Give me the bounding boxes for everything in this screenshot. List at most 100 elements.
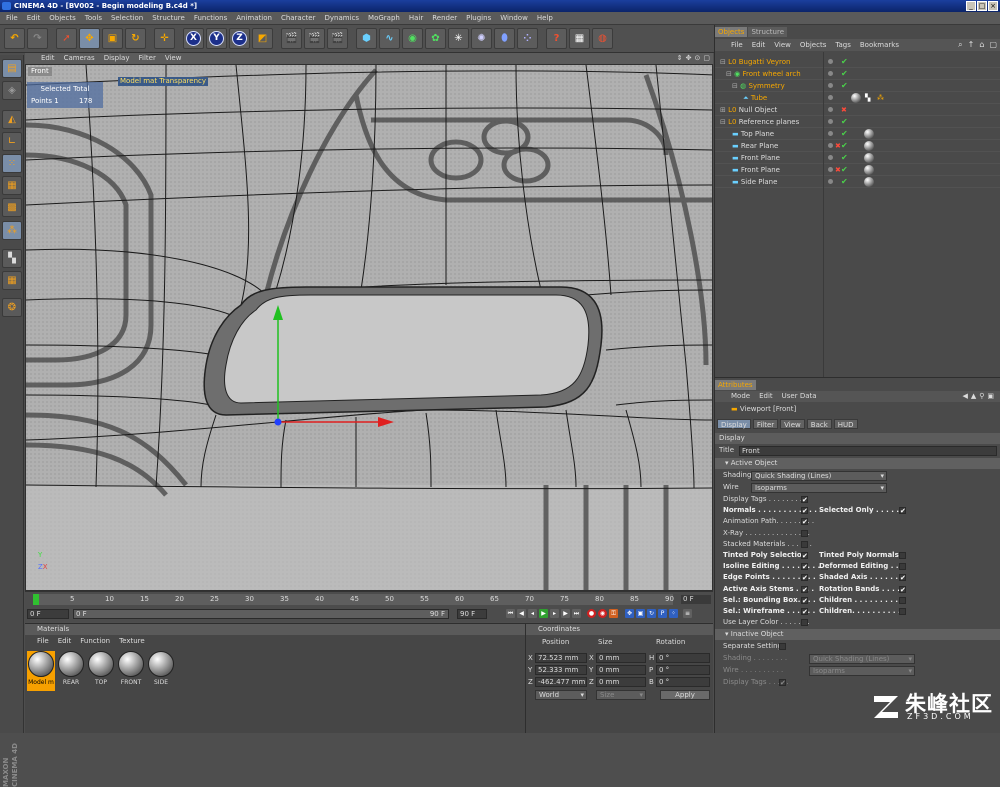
texture-mode-button[interactable]: ◭ [2, 110, 22, 129]
size-z-field[interactable]: 0 mm [596, 677, 646, 687]
objects-column-divider[interactable] [823, 52, 824, 380]
record-button[interactable]: ● [587, 609, 596, 618]
position-z-field[interactable]: -462.477 mm [535, 677, 587, 687]
add-scene-button[interactable]: ✺ [471, 28, 492, 49]
coord-mode-dropdown[interactable]: World ▾ [535, 690, 587, 700]
key-position-button[interactable]: ✥ [625, 609, 634, 618]
tree-row[interactable]: ⊟ L0 Bugatti Veyron ✔ [715, 56, 1000, 68]
tree-row[interactable]: ⊟ ◍ Symmetry ✔ [715, 80, 1000, 92]
option-checkbox-right[interactable] [899, 596, 906, 604]
objects-menu-edit[interactable]: Edit [752, 39, 766, 51]
redo-button[interactable]: ↷ [27, 28, 48, 49]
search-icon[interactable]: ⌕ [958, 40, 962, 50]
visibility-dot[interactable] [828, 59, 833, 64]
section-active-object[interactable]: ▾ Active Object [715, 458, 1000, 469]
visibility-dot[interactable] [828, 179, 833, 184]
attributes-menu-mode[interactable]: Mode [731, 391, 750, 402]
viewport-menu-edit[interactable]: Edit [41, 53, 55, 64]
help-button[interactable]: ? [546, 28, 567, 49]
enable-snapping-button[interactable]: ▚ [2, 249, 22, 268]
disabled-x-icon[interactable]: ✖ [835, 164, 841, 176]
minimize-button[interactable]: _ [966, 1, 976, 11]
model-mode-button[interactable]: ▤ [2, 59, 22, 78]
menu-objects[interactable]: Objects [49, 12, 75, 24]
menu-functions[interactable]: Functions [194, 12, 227, 24]
option-checkbox[interactable]: ✔ [801, 585, 808, 593]
visibility-dot[interactable] [828, 95, 833, 100]
check-icon[interactable]: ✔ [841, 176, 848, 188]
option-checkbox-right[interactable] [899, 563, 906, 571]
selection-tag-icon[interactable]: ⁂ [877, 92, 884, 104]
disabled-x-icon[interactable]: ✖ [835, 140, 841, 152]
viewport-menu-display[interactable]: Display [104, 53, 130, 64]
add-deformer-button[interactable]: ✳ [448, 28, 469, 49]
next-key-button[interactable]: ▶ [561, 609, 570, 618]
check-icon[interactable]: ✔ [841, 152, 848, 164]
rotation-b-field[interactable]: 0 ° [656, 677, 710, 687]
material-top[interactable]: TOP [87, 651, 115, 691]
rotate-tool-button[interactable]: ↻ [125, 28, 146, 49]
script-manager-button[interactable]: ▦ [569, 28, 590, 49]
new-window-icon[interactable]: ▢ [989, 40, 997, 50]
visibility-dot[interactable] [828, 155, 833, 160]
live-selection-button[interactable]: ➚ [56, 28, 77, 49]
start-frame-field[interactable]: 0 F [27, 609, 69, 619]
material-tag-icon[interactable] [864, 153, 874, 163]
coordinate-system-button[interactable]: ◩ [252, 28, 273, 49]
add-camera-button[interactable]: ⬮ [494, 28, 515, 49]
option-checkbox-right[interactable] [899, 552, 906, 559]
y-axis-lock-button[interactable]: Y [206, 28, 227, 49]
tree-row[interactable]: ▬ Front Plane ✖ ✔ [715, 164, 1000, 176]
materials-menu-edit[interactable]: Edit [58, 636, 72, 646]
visibility-dot[interactable] [828, 143, 833, 148]
next-frame-button[interactable]: ▸ [550, 609, 559, 618]
menu-file[interactable]: File [6, 12, 18, 24]
attributes-nav-icons[interactable]: ◀▲⚲▣ [962, 391, 997, 402]
viewport-menu-filter[interactable]: Filter [139, 53, 156, 64]
visibility-dot[interactable] [828, 119, 833, 124]
object-mode-button[interactable]: ◈ [2, 81, 22, 100]
autokey-button[interactable]: ◉ [598, 609, 607, 618]
viewport-rotate-icon[interactable]: ⊙ [695, 53, 701, 64]
visibility-dot[interactable] [828, 71, 833, 76]
key-scale-button[interactable]: ▣ [636, 609, 645, 618]
option-checkbox[interactable]: ✔ [801, 518, 808, 526]
check-icon[interactable]: ✔ [841, 56, 848, 68]
menu-structure[interactable]: Structure [152, 12, 185, 24]
material-front[interactable]: FRONT [117, 651, 145, 691]
option-checkbox-right[interactable]: ✔ [899, 507, 906, 515]
play-button[interactable]: ▶ [539, 609, 548, 618]
menu-help[interactable]: Help [537, 12, 553, 24]
prev-frame-button[interactable]: ◂ [528, 609, 537, 618]
visibility-dot[interactable] [828, 107, 833, 112]
add-nurbs-button[interactable]: ◉ [402, 28, 423, 49]
menu-tools[interactable]: Tools [85, 12, 102, 24]
points-mode-button[interactable]: ⁙ [2, 154, 22, 173]
render-view-button[interactable]: 🎬 [281, 28, 302, 49]
inactive-shading-dropdown[interactable]: Quick Shading (Lines) ▾ [809, 654, 915, 664]
menu-window[interactable]: Window [500, 12, 528, 24]
option-checkbox[interactable]: ✔ [801, 596, 808, 604]
goto-start-button[interactable]: ⏮ [506, 609, 515, 618]
menu-hair[interactable]: Hair [409, 12, 423, 24]
x-axis-lock-button[interactable]: X [183, 28, 204, 49]
attributes-menu-userdata[interactable]: User Data [782, 391, 817, 402]
option-checkbox[interactable]: ✔ [801, 563, 808, 571]
objects-menu-view[interactable]: View [774, 39, 791, 51]
objects-menu-file[interactable]: File [731, 39, 743, 51]
paint-button[interactable]: ❂ [2, 298, 22, 317]
edges-mode-button[interactable]: ▦ [2, 176, 22, 195]
z-axis-lock-button[interactable]: Z [229, 28, 250, 49]
option-checkbox[interactable] [801, 529, 808, 537]
tab-objects[interactable]: Objects [715, 27, 748, 37]
size-x-field[interactable]: 0 mm [596, 653, 646, 663]
tree-row[interactable]: ▬ Side Plane ✔ [715, 176, 1000, 188]
option-checkbox-right[interactable]: ✔ [899, 574, 906, 582]
tree-row[interactable]: ▬ Rear Plane ✖ ✔ [715, 140, 1000, 152]
material-side[interactable]: SIDE [147, 651, 175, 691]
rotation-p-field[interactable]: 0 ° [656, 665, 710, 675]
option-checkbox-right[interactable]: ✔ [899, 585, 906, 593]
up-arrow-icon[interactable]: ↑ [968, 40, 975, 50]
home-icon[interactable]: ⌂ [979, 40, 984, 50]
end-frame-field[interactable]: 90 F [457, 609, 487, 619]
